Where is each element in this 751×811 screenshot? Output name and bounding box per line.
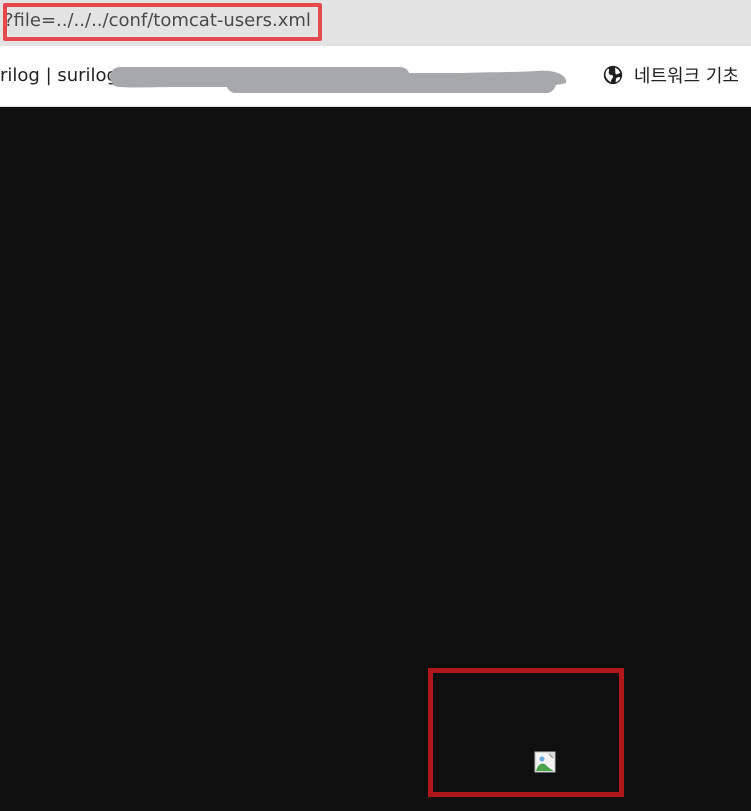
address-bar[interactable]: ?file=../../../conf/tomcat-users.xml (0, 0, 751, 46)
url-highlight-box (3, 3, 322, 41)
site-header-bar: rilog | surilog 네트워크 기초 (0, 46, 751, 107)
page-content-area (0, 107, 751, 811)
redaction-scribble (110, 67, 567, 93)
network-basics-label: 네트워크 기초 (633, 66, 739, 87)
image-highlight-box (428, 668, 624, 797)
broken-image-icon[interactable] (534, 751, 556, 773)
network-basics-link[interactable]: 네트워크 기초 (602, 61, 739, 89)
browser-window: ?file=../../../conf/tomcat-users.xml ril… (0, 0, 751, 811)
globe-icon (603, 65, 623, 85)
site-title[interactable]: rilog | surilog (0, 65, 118, 86)
